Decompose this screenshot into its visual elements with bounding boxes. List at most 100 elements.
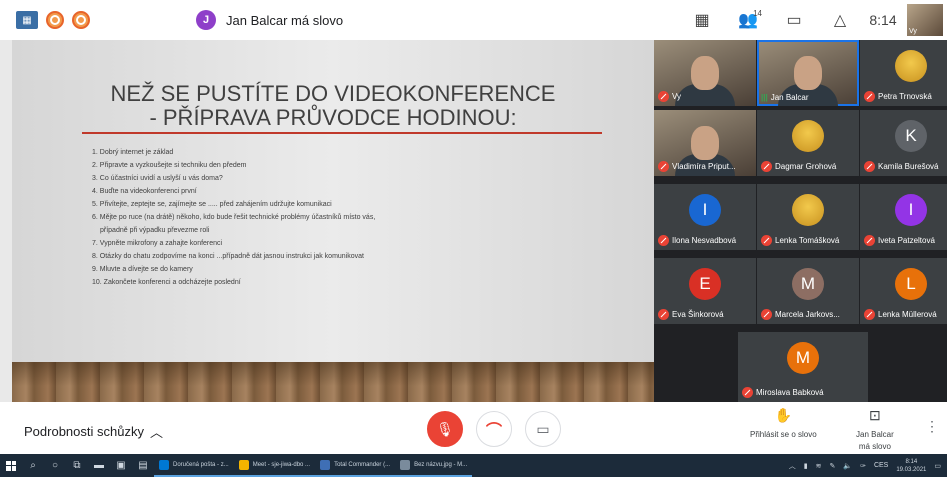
- camera-icon: ▭: [536, 420, 550, 437]
- participant-name: Vy: [672, 92, 682, 101]
- task-view-icon[interactable]: ⧉: [66, 454, 88, 477]
- presenter-avatar: J: [196, 10, 216, 30]
- participant-tile[interactable]: I Iveta Patzeltová: [860, 184, 947, 250]
- presenting-button[interactable]: ⊡ Jan Balcar má slovo: [856, 407, 894, 452]
- slide-list-item: případně při výpadku převezme roli: [100, 227, 210, 234]
- taskbar-clock[interactable]: 8:14 19.03.2021: [896, 458, 926, 474]
- meeting-details-button[interactable]: Podrobnosti schůzky ︿: [24, 422, 163, 441]
- volume-icon[interactable]: 🔈: [843, 462, 852, 470]
- participant-tile[interactable]: Lenka Tomášková: [757, 184, 859, 250]
- start-button[interactable]: [0, 454, 22, 477]
- participant-tile[interactable]: K Kamila Burešová: [860, 110, 947, 176]
- mic-muted-icon: [761, 161, 772, 172]
- participant-tile[interactable]: Dagmar Grohová: [757, 110, 859, 176]
- raise-hand-label: Přihlásit se o slovo: [750, 430, 817, 439]
- mic-muted-icon: [658, 161, 669, 172]
- speaking-indicator-icon: |||: [761, 93, 768, 102]
- taskbar-app-label: Total Commander (...: [334, 461, 391, 468]
- slide-list-item: 1. Dobrý internet je základ: [92, 149, 174, 156]
- participant-photo-avatar: [895, 50, 927, 82]
- activities-icon[interactable]: △: [817, 0, 863, 40]
- extension-icon[interactable]: [46, 11, 64, 29]
- ink-icon[interactable]: ✑: [860, 462, 866, 470]
- participant-name-row: Lenka Tomášková: [761, 235, 857, 246]
- taskbar-app-button[interactable]: Total Commander (...: [315, 454, 396, 477]
- people-icon[interactable]: 👥 14: [725, 0, 771, 40]
- participant-name: Lenka Müllerová: [878, 310, 937, 319]
- participant-name: Petra Trnovská: [878, 92, 932, 101]
- mic-muted-icon: [742, 387, 753, 398]
- participant-avatar: I: [689, 194, 721, 226]
- presenting-label-2: má slovo: [858, 442, 891, 451]
- taskbar-app-button[interactable]: Bez názvu.jpg - M...: [395, 454, 473, 477]
- participant-tile[interactable]: E Eva Šinkorová: [654, 258, 756, 324]
- participant-name: Lenka Tomášková: [775, 236, 840, 245]
- taskbar-app-label: Bez názvu.jpg - M...: [414, 461, 468, 468]
- presenting-label-1: Jan Balcar: [856, 430, 894, 439]
- participant-tile[interactable]: M Marcela Jarkovs...: [757, 258, 859, 324]
- presenter-text: Jan Balcar má slovo: [226, 12, 344, 28]
- participant-avatar: K: [895, 120, 927, 152]
- windows-taskbar: ⌕ ○ ⧉ ▬ ▣ ▤ Doručená pošta - z... Meet - …: [0, 454, 947, 477]
- cortana-icon[interactable]: ○: [44, 454, 66, 477]
- participant-name-row: Eva Šinkorová: [658, 309, 754, 320]
- participant-tile[interactable]: I Ilona Nesvadbová: [654, 184, 756, 250]
- participant-name-row: ||| Jan Balcar: [761, 93, 857, 102]
- participant-avatar: M: [792, 268, 824, 300]
- participant-tile[interactable]: Vladimíra Priput...: [654, 110, 756, 176]
- top-bar: ▦ J Jan Balcar má slovo ▦ 👥 14 ▭ △ 8:14 V…: [0, 0, 947, 40]
- extension-icon-2[interactable]: [72, 11, 90, 29]
- wifi-icon[interactable]: ≋: [816, 462, 822, 470]
- app-icon: [400, 459, 411, 470]
- more-options-icon[interactable]: ⋮: [925, 418, 939, 435]
- meeting-details-label: Podrobnosti schůzky: [24, 424, 144, 439]
- slide-list-item: 9. Mluvte a dívejte se do kamery: [92, 266, 193, 273]
- participant-tile[interactable]: Vy: [654, 40, 756, 106]
- app-icon[interactable]: ▦: [16, 11, 38, 29]
- mic-off-button[interactable]: 🎙: [427, 411, 463, 447]
- participant-name-row: Iveta Patzeltová: [864, 235, 947, 246]
- chat-icon[interactable]: ▭: [771, 0, 817, 40]
- participant-tile[interactable]: ||| Jan Balcar: [757, 40, 859, 106]
- slide-list-item: 8. Otázky do chatu zodpovíme na konci ..…: [92, 253, 364, 260]
- participant-tile[interactable]: Petra Trnovská: [860, 40, 947, 106]
- top-left-icons: ▦: [0, 11, 90, 29]
- participants-count: 14: [753, 9, 762, 18]
- network-app-icon[interactable]: ▤: [132, 454, 154, 477]
- layout-icon[interactable]: ▦: [679, 0, 725, 40]
- participant-name: Eva Šinkorová: [672, 310, 724, 319]
- taskbar-app-label: Doručená pošta - z...: [173, 461, 229, 468]
- participant-photo-avatar: [792, 120, 824, 152]
- file-explorer-icon[interactable]: ▬: [88, 454, 110, 477]
- pen-icon[interactable]: ✎: [829, 462, 835, 470]
- mic-muted-icon: [658, 91, 669, 102]
- self-view-thumbnail[interactable]: Vy: [907, 4, 943, 36]
- network-icon[interactable]: ▮: [804, 462, 808, 470]
- taskbar-app-button[interactable]: Meet - sje-jiwa-dbo ...: [233, 454, 316, 477]
- participant-name-row: Vladimíra Priput...: [658, 161, 754, 172]
- chevron-up-icon[interactable]: ︿: [789, 461, 796, 471]
- present-icon: ⊡: [869, 407, 881, 423]
- presentation-slide: NEŽ SE PUSTÍTE DO VIDEOKONFERENCE - PŘÍP…: [12, 40, 654, 402]
- participant-tile[interactable]: M Miroslava Babková: [738, 332, 868, 402]
- camera-button[interactable]: ▭: [525, 411, 561, 447]
- participant-avatar: L: [895, 268, 927, 300]
- slide-wood-floor: [12, 362, 654, 402]
- mic-off-icon: 🎙: [436, 420, 454, 437]
- taskbar-app-label: Meet - sje-jiwa-dbo ...: [252, 461, 311, 468]
- slide-list-item: 7. Vypněte mikrofony a zahajte konferenc…: [92, 240, 223, 247]
- hang-up-button[interactable]: ⌒: [476, 411, 512, 447]
- participant-name-row: Miroslava Babková: [742, 387, 866, 398]
- store-icon[interactable]: ▣: [110, 454, 132, 477]
- system-tray: ︿ ▮ ≋ ✎ 🔈 ✑ CES 8:14 19.03.2021 ▭: [789, 454, 947, 477]
- app-icon: [238, 459, 249, 470]
- call-controls: 🎙 ⌒ ▭: [427, 411, 561, 447]
- participant-tile[interactable]: L Lenka Müllerová: [860, 258, 947, 324]
- raise-hand-button[interactable]: ✋ Přihlásit se o slovo: [750, 408, 817, 440]
- presentation-area: NEŽ SE PUSTÍTE DO VIDEOKONFERENCE - PŘÍP…: [0, 40, 654, 402]
- language-indicator[interactable]: CES: [874, 462, 888, 469]
- notifications-icon[interactable]: ▭: [934, 462, 941, 470]
- taskbar-app-button[interactable]: Doručená pošta - z...: [154, 454, 234, 477]
- participant-video-face: [794, 56, 822, 90]
- search-icon[interactable]: ⌕: [22, 454, 44, 477]
